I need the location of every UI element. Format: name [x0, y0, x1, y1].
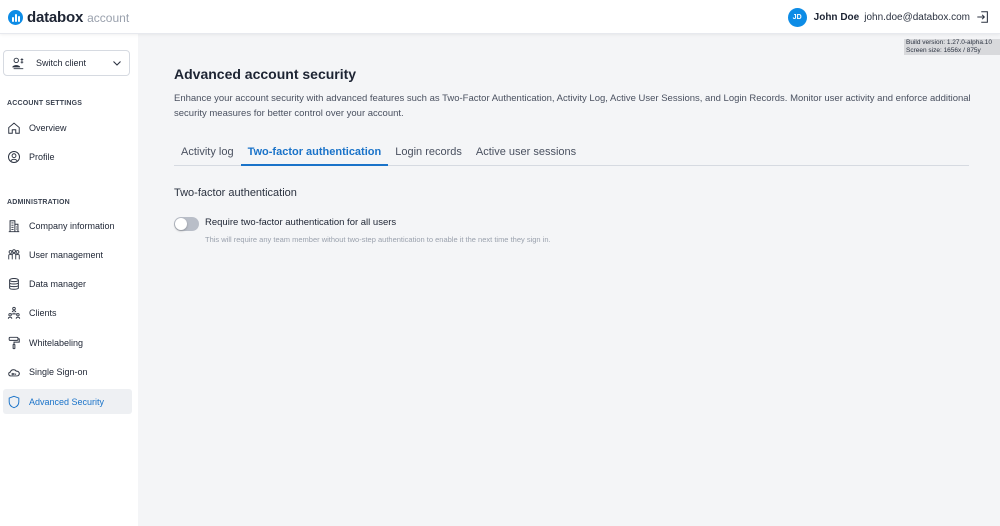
tab-login-records[interactable]: Login records: [388, 142, 469, 166]
require-2fa-toggle[interactable]: [174, 217, 199, 231]
sidebar-item-data-manager[interactable]: Data manager: [3, 271, 132, 296]
user-menu[interactable]: JD John Doe john.doe@databox.com: [787, 6, 990, 28]
sidebar-item-label: Clients: [29, 307, 57, 318]
sidebar-item-label: User management: [29, 249, 104, 260]
account-settings-heading: ACCOUNT SETTINGS: [7, 100, 83, 107]
sidebar-item-company-information[interactable]: Company information: [3, 213, 132, 238]
sidebar-item-label: Single Sign-on: [29, 366, 88, 377]
sidebar-item-advanced-security[interactable]: Advanced Security: [3, 389, 132, 414]
shield-icon: [8, 395, 20, 408]
sidebar-item-single-sign-on[interactable]: Single Sign-on: [3, 359, 132, 384]
tab-two-factor-authentication[interactable]: Two-factor authentication: [240, 142, 389, 166]
main-content: Advanced account security Enhance your a…: [138, 34, 1000, 526]
sidebar-item-label: Data manager: [29, 278, 87, 289]
tab-activity-log[interactable]: Activity log: [174, 142, 241, 166]
databox-logo-icon: [8, 9, 23, 25]
logo-subtitle: account: [87, 11, 130, 25]
sidebar-item-clients[interactable]: Clients: [3, 300, 132, 325]
sidebar-item-user-management[interactable]: User management: [3, 242, 132, 267]
logo-name: databox: [27, 8, 84, 26]
require-2fa-help-text: This will require any team member withou…: [205, 235, 551, 244]
require-2fa-label[interactable]: Require two-factor authentication for al…: [205, 217, 396, 228]
cloud-key-icon: [8, 368, 20, 376]
sidebar-item-label: Overview: [29, 122, 67, 133]
sidebar-item-label: Advanced Security: [29, 396, 105, 407]
switch-client-icon: [12, 57, 24, 70]
page-title: Advanced account security: [174, 66, 357, 82]
tab-bar: Activity log Two-factor authentication L…: [174, 142, 969, 166]
top-header: databox account JD John Doe john.doe@dat…: [0, 0, 1000, 34]
home-icon: [8, 122, 20, 134]
user-name: John Doe: [813, 11, 860, 23]
users-icon: [8, 248, 20, 259]
sidebar-item-label: Company information: [29, 220, 115, 231]
sidebar: Switch client ACCOUNT SETTINGS Overview …: [0, 34, 138, 526]
user-email: john.doe@databox.com: [864, 11, 970, 23]
tab-active-user-sessions[interactable]: Active user sessions: [469, 142, 583, 166]
switch-client-dropdown[interactable]: Switch client: [3, 50, 130, 76]
avatar[interactable]: JD: [787, 7, 807, 27]
building-icon: [8, 219, 20, 232]
profile-icon: [8, 150, 20, 163]
sidebar-item-label: Whitelabeling: [29, 337, 84, 348]
clients-icon: [7, 306, 21, 319]
sidebar-item-label: Profile: [29, 151, 55, 162]
paint-roller-icon: [8, 336, 20, 349]
page-description: Enhance your account security with advan…: [174, 93, 971, 119]
administration-heading: ADMINISTRATION: [7, 199, 70, 206]
toggle-knob: [175, 218, 187, 230]
switch-client-label: Switch client: [36, 58, 87, 68]
logout-icon[interactable]: [976, 10, 990, 24]
sidebar-item-overview[interactable]: Overview: [3, 115, 132, 140]
databox-logo[interactable]: databox account: [8, 7, 129, 27]
database-icon: [9, 277, 19, 290]
section-title: Two-factor authentication: [174, 187, 297, 199]
chevron-down-icon: [113, 61, 121, 66]
sidebar-item-whitelabeling[interactable]: Whitelabeling: [3, 330, 132, 355]
sidebar-item-profile[interactable]: Profile: [3, 144, 132, 169]
